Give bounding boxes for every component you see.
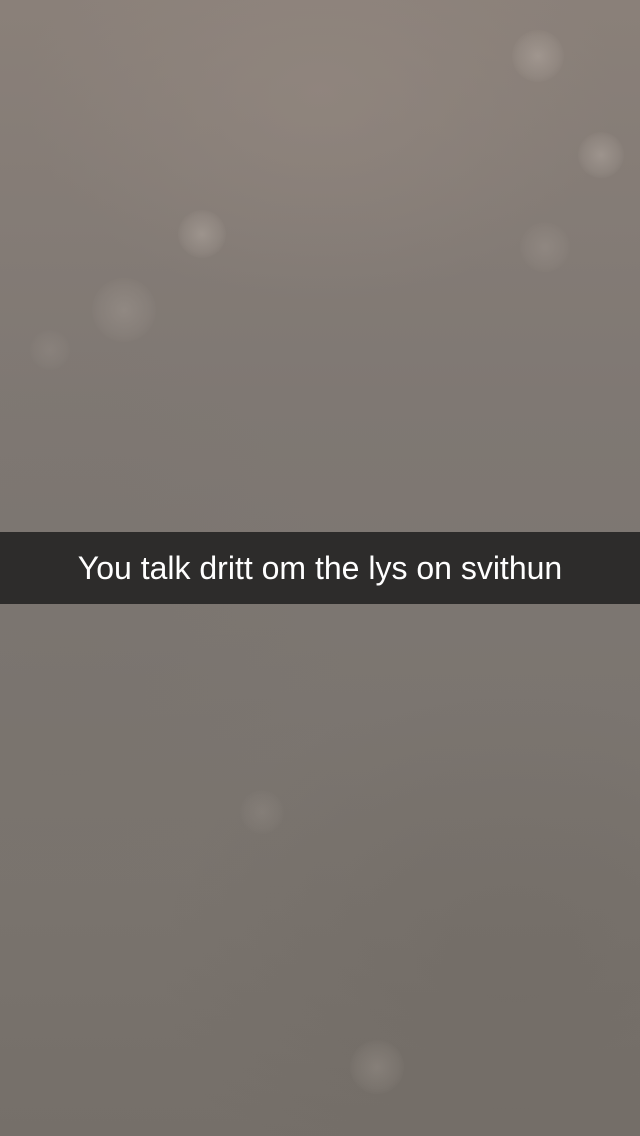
bokeh-light <box>578 132 624 178</box>
bokeh-light <box>512 30 564 82</box>
bokeh-light <box>92 278 156 342</box>
bokeh-light <box>30 330 70 370</box>
bokeh-light <box>520 222 570 272</box>
caption-bar[interactable]: You talk dritt om the lys on svithun <box>0 532 640 604</box>
bokeh-light <box>350 1040 404 1094</box>
bokeh-light <box>178 210 226 258</box>
caption-text: You talk dritt om the lys on svithun <box>77 550 563 586</box>
bokeh-light <box>240 790 284 834</box>
snap-photo[interactable]: You talk dritt om the lys on svithun <box>0 0 640 1136</box>
